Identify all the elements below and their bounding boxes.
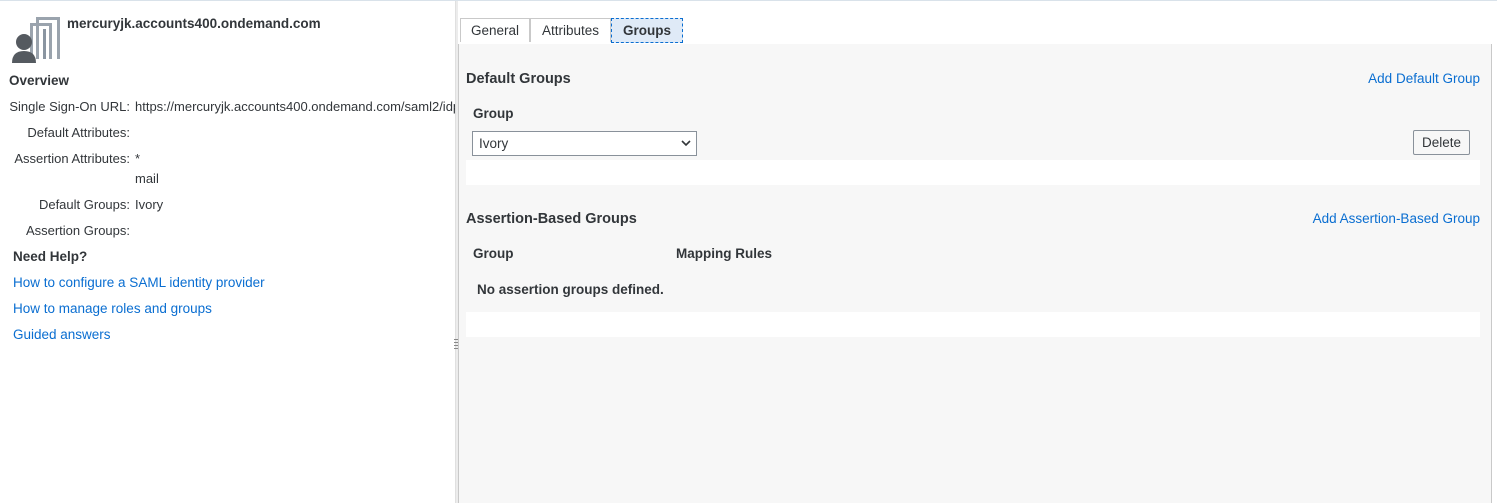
assertion-attributes-value: * xyxy=(135,151,141,166)
help-link-saml[interactable]: How to configure a SAML identity provide… xyxy=(13,275,265,290)
assertion-groups-footer xyxy=(466,312,1480,337)
help-link-guided-answers[interactable]: Guided answers xyxy=(13,327,111,342)
default-groups-row: Default Groups: Ivory xyxy=(0,197,163,212)
default-groups-label: Default Groups: xyxy=(38,197,130,212)
add-assertion-group-link[interactable]: Add Assertion-Based Group xyxy=(1313,211,1480,226)
overview-heading: Overview xyxy=(9,73,70,88)
sso-url-value: https://mercuryjk.accounts400.ondemand.c… xyxy=(135,99,455,114)
tab-general[interactable]: General xyxy=(460,18,530,42)
add-default-group-link[interactable]: Add Default Group xyxy=(1368,71,1480,86)
default-attributes-row: Default Attributes: xyxy=(0,125,130,140)
default-group-select[interactable]: Ivory xyxy=(472,131,697,156)
mapping-rules-column-header: Mapping Rules xyxy=(676,246,773,261)
assertion-groups-heading: Assertion-Based Groups xyxy=(466,211,637,227)
assertion-attributes-label: Assertion Attributes: xyxy=(14,151,130,166)
no-assertion-groups-message: No assertion groups defined. xyxy=(477,282,664,297)
chevron-down-icon xyxy=(681,140,691,147)
delete-default-group-button[interactable]: Delete xyxy=(1413,130,1470,155)
groups-tab-content xyxy=(458,43,1492,503)
help-link-roles-groups[interactable]: How to manage roles and groups xyxy=(13,301,212,316)
user-avatar-icon xyxy=(10,15,62,65)
tab-attributes[interactable]: Attributes xyxy=(530,18,611,42)
assertion-attributes-row: Assertion Attributes: * xyxy=(0,151,140,166)
assertion-attributes-row-2: mail xyxy=(0,171,159,186)
default-groups-value: Ivory xyxy=(135,197,164,212)
default-group-column-header: Group xyxy=(473,106,514,121)
sso-url-row: Single Sign-On URL: https://mercuryjk.ac… xyxy=(0,99,455,114)
assertion-groups-row: Assertion Groups: xyxy=(0,223,130,238)
default-attributes-label: Default Attributes: xyxy=(27,125,130,140)
sso-url-label: Single Sign-On URL: xyxy=(9,99,130,114)
assertion-attributes-value-2: mail xyxy=(135,171,159,186)
need-help-heading: Need Help? xyxy=(13,249,88,264)
overview-panel: mercuryjk.accounts400.ondemand.com Overv… xyxy=(0,1,455,503)
assertion-groups-label: Assertion Groups: xyxy=(25,223,130,238)
default-group-select-value: Ivory xyxy=(479,136,509,151)
tab-groups[interactable]: Groups xyxy=(611,18,683,43)
assertion-group-column-header: Group xyxy=(473,246,514,261)
tenant-host-title: mercuryjk.accounts400.ondemand.com xyxy=(67,16,321,31)
default-groups-footer xyxy=(466,160,1480,185)
default-groups-heading: Default Groups xyxy=(466,71,571,87)
